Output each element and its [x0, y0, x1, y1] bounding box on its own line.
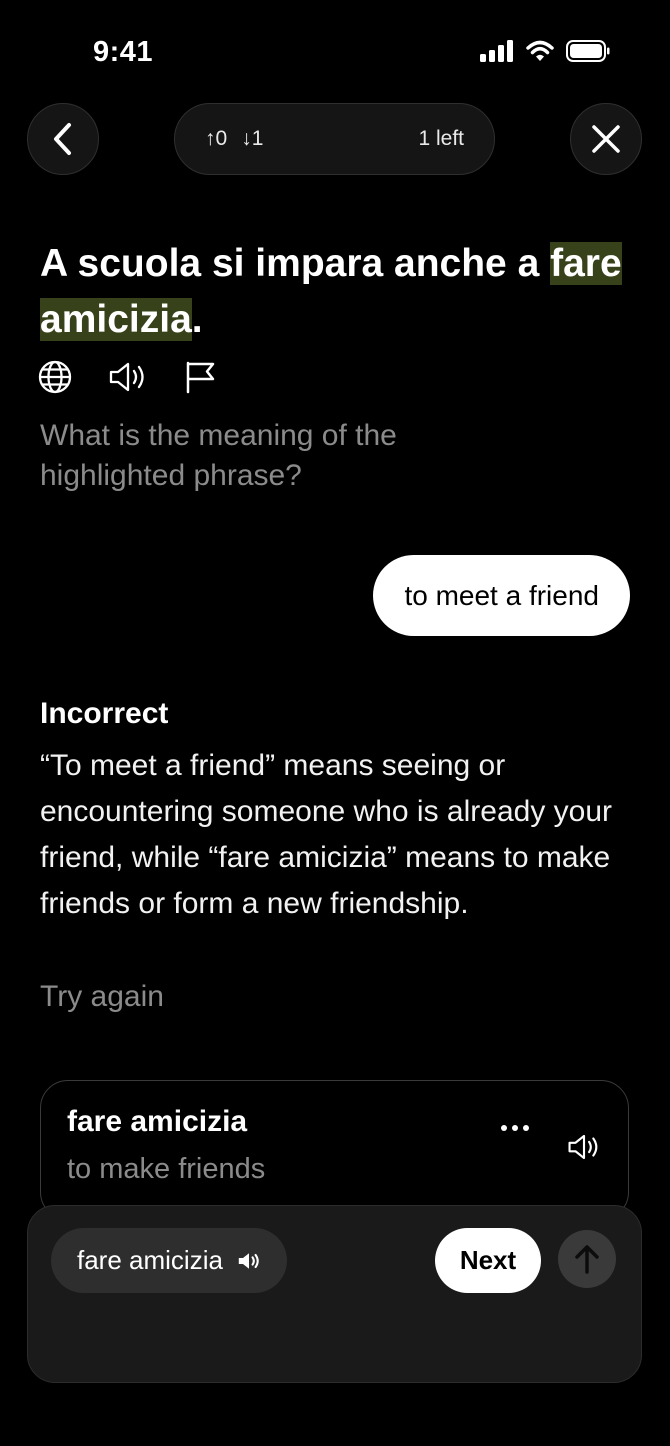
send-button[interactable]	[558, 1230, 616, 1288]
speaker-icon	[238, 1252, 259, 1269]
sentence-text: A scuola si impara anche a	[40, 242, 551, 285]
remaining-count: 1 left	[418, 127, 464, 150]
speaker-icon[interactable]	[567, 1133, 601, 1161]
sentence-tools	[38, 360, 216, 394]
feedback-verdict: Incorrect	[40, 697, 169, 730]
question-prompt: What is the meaning of the highlighted p…	[40, 419, 397, 492]
globe-icon[interactable]	[38, 360, 72, 394]
next-button[interactable]: Next	[435, 1228, 541, 1293]
try-again-hint: Try again	[40, 980, 164, 1013]
flag-icon[interactable]	[184, 360, 216, 394]
bottom-panel: fare amicizia Next	[27, 1205, 642, 1383]
status-time: 9:41	[93, 36, 154, 68]
wifi-icon	[526, 40, 554, 61]
more-icon[interactable]	[501, 1125, 529, 1131]
down-count: ↓1	[241, 127, 264, 150]
up-count: ↑0	[205, 127, 228, 150]
vocab-translation: to make friends	[67, 1153, 266, 1185]
back-button[interactable]	[27, 103, 99, 175]
sentence-end: .	[191, 298, 203, 341]
close-button[interactable]	[570, 103, 642, 175]
progress-pill: ↑0 ↓1 1 left	[174, 103, 495, 175]
phrase-chip-label: fare amicizia	[77, 1245, 223, 1275]
arrow-up-icon	[575, 1245, 599, 1274]
battery-icon	[566, 40, 610, 62]
user-answer-bubble: to meet a friend	[373, 555, 630, 636]
close-icon	[592, 125, 620, 153]
vocab-card[interactable]: fare amicizia to make friends	[40, 1080, 629, 1220]
exercise-sentence: A scuola si impara anche a fare amicizia…	[40, 236, 640, 348]
status-icons	[480, 40, 610, 62]
phrase-chip[interactable]: fare amicizia	[51, 1228, 287, 1293]
speaker-icon[interactable]	[108, 361, 148, 393]
vocab-term: fare amicizia	[67, 1105, 248, 1138]
feedback-explanation: “To meet a friend” means seeing or encou…	[40, 749, 613, 920]
back-icon	[54, 123, 71, 155]
home-indicator	[225, 1418, 445, 1426]
cellular-signal-icon	[480, 40, 513, 62]
